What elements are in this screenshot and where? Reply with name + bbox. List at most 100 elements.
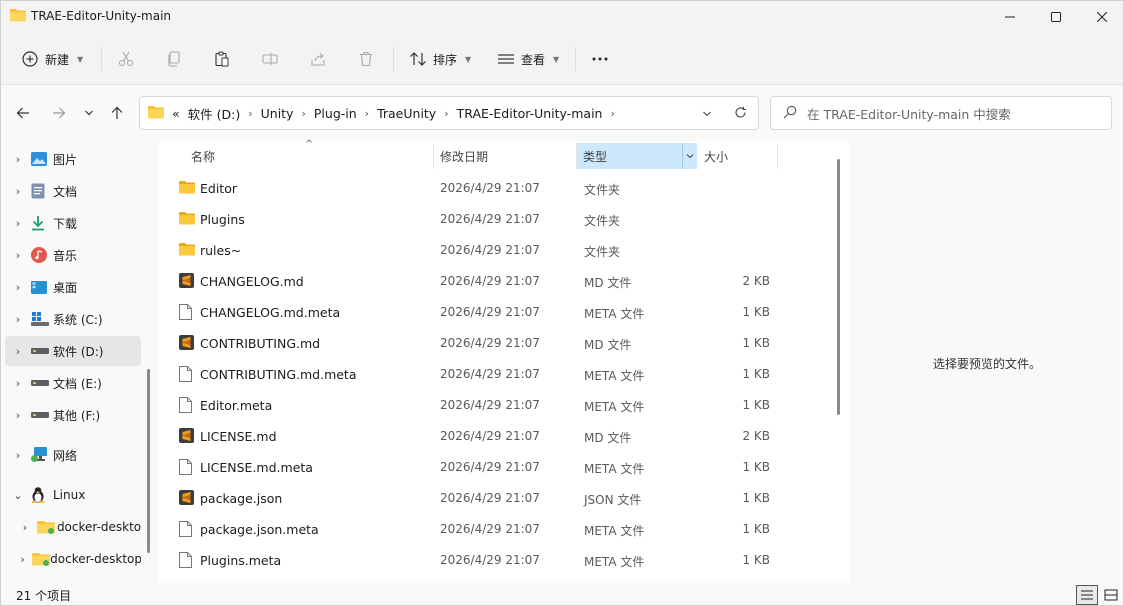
chevron-right-icon[interactable]: › xyxy=(5,313,31,326)
file-name: package.json.meta xyxy=(200,522,319,537)
rename-button[interactable] xyxy=(261,45,279,73)
file-row[interactable]: package.json.meta 2026/4/29 21:07 META 文… xyxy=(159,514,829,545)
maximize-button[interactable] xyxy=(1033,1,1079,33)
chevron-right-icon[interactable]: › xyxy=(365,107,369,120)
sidebar-item-label: 桌面 xyxy=(53,280,78,295)
file-size: 1 KB xyxy=(742,367,770,381)
chevron-right-icon[interactable]: › xyxy=(248,107,252,120)
close-button[interactable] xyxy=(1079,1,1123,33)
sidebar-item-desktop[interactable]: › 桌面 xyxy=(5,272,141,302)
file-name: CONTRIBUTING.md xyxy=(200,336,321,351)
file-row[interactable]: CHANGELOG.md 2026/4/29 21:07 MD 文件 2 KB xyxy=(159,266,829,297)
up-button[interactable] xyxy=(106,102,128,124)
breadcrumb-overflow[interactable]: « xyxy=(172,106,180,121)
recent-locations-button[interactable] xyxy=(78,102,100,124)
sublime-file-icon xyxy=(179,490,195,506)
new-button[interactable]: 新建 ▼ xyxy=(21,45,83,73)
chevron-right-icon[interactable]: › xyxy=(5,153,31,166)
file-row[interactable]: Plugins 2026/4/29 21:07 文件夹 xyxy=(159,204,829,235)
column-header-size[interactable]: 大小 xyxy=(704,143,774,169)
cut-button[interactable] xyxy=(117,45,135,73)
copy-button[interactable] xyxy=(165,45,183,73)
paste-icon xyxy=(213,50,231,68)
sidebar-item-pictures[interactable]: › 图片 xyxy=(5,144,141,174)
file-type: MD 文件 xyxy=(584,431,632,445)
breadcrumb-item[interactable]: Unity xyxy=(261,106,294,121)
chevron-right-icon[interactable]: › xyxy=(13,553,32,566)
chevron-right-icon[interactable]: › xyxy=(5,249,31,262)
column-filter-dropdown[interactable] xyxy=(682,143,697,169)
sort-button[interactable]: 排序 ▼ xyxy=(409,45,471,73)
file-list-scrollbar[interactable] xyxy=(837,159,840,415)
file-row[interactable]: rules~ 2026/4/29 21:07 文件夹 xyxy=(159,235,829,266)
sidebar-item-documents[interactable]: › 文档 xyxy=(5,176,141,206)
file-row[interactable]: CONTRIBUTING.md 2026/4/29 21:07 MD 文件 1 … xyxy=(159,328,829,359)
file-row[interactable]: LICENSE.md.meta 2026/4/29 21:07 META 文件 … xyxy=(159,452,829,483)
file-row[interactable]: package.json 2026/4/29 21:07 JSON 文件 1 K… xyxy=(159,483,829,514)
search-box[interactable]: 在 TRAE-Editor-Unity-main 中搜索 xyxy=(770,96,1112,130)
chevron-right-icon[interactable]: › xyxy=(5,185,31,198)
column-divider[interactable] xyxy=(777,143,778,169)
sidebar-item-drive-d[interactable]: › 软件 (D:) xyxy=(5,336,141,366)
sidebar-item-drive-f[interactable]: › 其他 (F:) xyxy=(5,400,141,430)
column-header-date[interactable]: 修改日期 xyxy=(440,143,570,169)
sort-icon xyxy=(409,50,427,68)
breadcrumb-item[interactable]: Plug-in xyxy=(314,106,357,121)
file-date: 2026/4/29 21:07 xyxy=(440,181,540,195)
forward-button[interactable] xyxy=(48,102,70,124)
address-bar[interactable]: « 软件 (D:) › Unity › Plug-in › TraeUnity … xyxy=(139,96,759,130)
chevron-right-icon[interactable]: › xyxy=(5,217,31,230)
sidebar-item-network[interactable]: › 网络 xyxy=(5,440,141,470)
sidebar-item-music[interactable]: › 音乐 xyxy=(5,240,141,270)
toolbar-divider xyxy=(575,47,576,71)
file-row[interactable]: CHANGELOG.md.meta 2026/4/29 21:07 META 文… xyxy=(159,297,829,328)
tiles-view-button[interactable] xyxy=(1100,585,1122,605)
file-list: 名称 ^ 修改日期 类型 大小 Editor 2026/4/29 21:07 文… xyxy=(159,139,849,583)
delete-button[interactable] xyxy=(357,45,375,73)
file-row[interactable]: Plugins.meta 2026/4/29 21:07 META 文件 1 K… xyxy=(159,545,829,576)
sidebar-item-drive-e[interactable]: › 文档 (E:) xyxy=(5,368,141,398)
chevron-right-icon[interactable]: › xyxy=(444,107,448,120)
breadcrumb-item[interactable]: TRAE-Editor-Unity-main xyxy=(457,106,603,121)
chevron-right-icon[interactable]: › xyxy=(5,377,31,390)
file-type: META 文件 xyxy=(584,369,645,383)
chevron-right-icon[interactable]: › xyxy=(13,521,37,534)
view-button[interactable]: 查看 ▼ xyxy=(497,45,559,73)
sidebar-item-downloads[interactable]: › 下载 xyxy=(5,208,141,238)
sublime-file-icon xyxy=(179,428,195,444)
more-options-button[interactable] xyxy=(591,45,609,73)
folder-icon xyxy=(10,8,26,25)
minimize-button[interactable] xyxy=(987,1,1033,33)
sidebar-scrollbar[interactable] xyxy=(147,369,150,553)
file-row[interactable]: Editor.meta 2026/4/29 21:07 META 文件 1 KB xyxy=(159,390,829,421)
file-row[interactable]: Editor 2026/4/29 21:07 文件夹 xyxy=(159,173,829,204)
sidebar-item-drive-c[interactable]: › 系统 (C:) xyxy=(5,304,141,334)
sidebar-item-docker-desktop-data[interactable]: › docker-desktop-data xyxy=(13,544,141,574)
back-button[interactable] xyxy=(12,102,34,124)
sidebar-item-docker-desktop[interactable]: › docker-desktop xyxy=(13,512,141,542)
share-button[interactable] xyxy=(309,45,327,73)
column-divider[interactable] xyxy=(433,143,434,169)
file-size: 1 KB xyxy=(742,553,770,567)
chevron-right-icon[interactable]: › xyxy=(301,107,305,120)
column-header-type[interactable]: 类型 xyxy=(577,143,697,169)
file-row[interactable]: CONTRIBUTING.md.meta 2026/4/29 21:07 MET… xyxy=(159,359,829,390)
downloads-icon xyxy=(31,215,53,231)
blank-file-icon xyxy=(179,304,195,320)
sidebar-item-linux[interactable]: ⌄ Linux xyxy=(5,480,141,510)
chevron-down-icon[interactable]: ⌄ xyxy=(5,489,31,502)
file-row[interactable]: LICENSE.md 2026/4/29 21:07 MD 文件 2 KB xyxy=(159,421,829,452)
chevron-right-icon[interactable]: › xyxy=(5,449,31,462)
paste-button[interactable] xyxy=(213,45,231,73)
column-header-name[interactable]: 名称 ^ xyxy=(191,139,439,169)
address-history-dropdown[interactable] xyxy=(702,107,712,122)
chevron-right-icon[interactable]: › xyxy=(5,281,31,294)
breadcrumb-item[interactable]: TraeUnity xyxy=(377,106,436,121)
refresh-button[interactable] xyxy=(734,106,747,122)
chevron-right-icon[interactable]: › xyxy=(5,345,31,358)
chevron-right-icon[interactable]: › xyxy=(610,107,614,120)
file-name: LICENSE.md.meta xyxy=(200,460,313,475)
breadcrumb-item[interactable]: 软件 (D:) xyxy=(188,104,241,123)
details-view-button[interactable] xyxy=(1076,585,1098,605)
chevron-right-icon[interactable]: › xyxy=(5,409,31,422)
